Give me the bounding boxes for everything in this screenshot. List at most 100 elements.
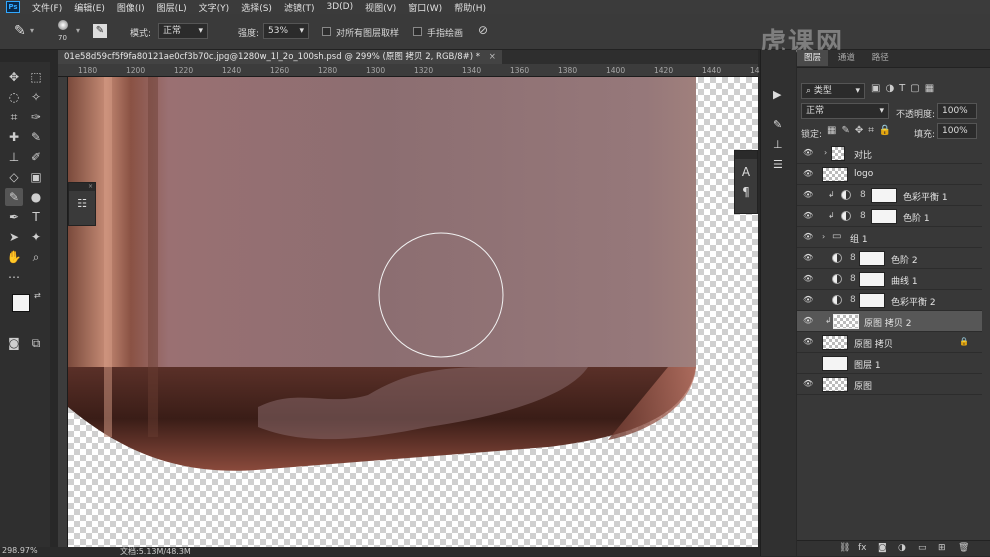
visibility-eye-icon[interactable]: 👁 xyxy=(803,275,813,283)
menu-window[interactable]: 窗口(W) xyxy=(402,1,448,14)
finger-paint-checkbox[interactable] xyxy=(413,27,422,36)
zoom-tool-icon[interactable]: ⌕ xyxy=(27,248,45,266)
opacity-input[interactable]: 100% xyxy=(937,103,977,119)
visibility-eye-icon[interactable]: 👁 xyxy=(803,233,813,241)
trash-icon[interactable]: 🗑 xyxy=(958,543,969,553)
eraser-icon[interactable]: ◇ xyxy=(5,168,23,186)
smudge-tool-icon[interactable]: ✎ xyxy=(5,188,23,206)
brush-panel-icon[interactable]: ✎ xyxy=(773,118,782,131)
menu-type[interactable]: 文字(Y) xyxy=(193,1,236,14)
adjustment-icon[interactable]: ◑ xyxy=(898,543,906,553)
visibility-eye-icon[interactable]: 👁 xyxy=(803,380,813,388)
screen-mode-icon[interactable]: ⧉ xyxy=(27,334,45,352)
menu-view[interactable]: 视图(V) xyxy=(359,1,402,14)
menu-filter[interactable]: 滤镜(T) xyxy=(278,1,321,14)
visibility-eye-icon[interactable]: 👁 xyxy=(803,170,813,178)
more-tools-icon[interactable]: ⋯ xyxy=(5,268,23,286)
menu-file[interactable]: 文件(F) xyxy=(26,1,68,14)
clone-stamp-icon[interactable]: ⊥ xyxy=(5,148,23,166)
menu-3d[interactable]: 3D(D) xyxy=(320,2,359,12)
swap-colors-icon[interactable]: ⇄ xyxy=(34,291,41,300)
smudge-tool-icon[interactable]: ✎ xyxy=(14,23,26,39)
link-icon[interactable]: 8 xyxy=(850,295,856,305)
character-panel-icon[interactable]: A xyxy=(735,165,757,179)
play-action-icon[interactable]: ▶ xyxy=(773,88,781,101)
link-icon[interactable]: 8 xyxy=(860,190,866,200)
mini-panel-close-icon[interactable]: × xyxy=(69,183,95,191)
layer-row[interactable]: 👁 图层 1 xyxy=(797,353,982,374)
gradient-tool-icon[interactable]: ▣ xyxy=(27,168,45,186)
visibility-eye-icon[interactable]: 👁 xyxy=(803,296,813,304)
magic-wand-icon[interactable]: ✧ xyxy=(27,88,45,106)
zoom-level[interactable]: 298.97% xyxy=(2,546,38,555)
layer-row[interactable]: 👁 logo xyxy=(797,164,982,185)
eyedropper-icon[interactable]: ✑ xyxy=(27,108,45,126)
layer-row[interactable]: 👁 原图 xyxy=(797,374,982,395)
tool-preset-chevron-icon[interactable]: ▾ xyxy=(30,26,34,35)
move-tool-icon[interactable]: ✥ xyxy=(5,68,23,86)
path-selection-icon[interactable]: ➤ xyxy=(5,228,23,246)
pen-tool-icon[interactable]: ✒ xyxy=(5,208,23,226)
layer-filter-icons[interactable]: ▣◑T▢▦ xyxy=(871,83,939,94)
layer-group-row[interactable]: 👁 › ▭ 组 1 xyxy=(797,227,982,248)
layer-row-selected[interactable]: 👁 ↲ 原图 拷贝 2 xyxy=(797,311,982,332)
clone-source-icon[interactable]: ⊥ xyxy=(773,138,783,151)
layer-row[interactable]: 👁 ↲ 8 色阶 1 xyxy=(797,206,982,227)
layer-row[interactable]: 👁 8 曲线 1 xyxy=(797,269,982,290)
brush-tool-icon[interactable]: ✎ xyxy=(27,128,45,146)
fill-input[interactable]: 100% xyxy=(937,123,977,139)
link-icon[interactable]: 8 xyxy=(850,274,856,284)
healing-brush-icon[interactable]: ✚ xyxy=(5,128,23,146)
mode-select[interactable]: 正常 ▾ xyxy=(158,23,208,39)
brush-settings-icon[interactable]: ✎ xyxy=(93,24,107,38)
tab-channels[interactable]: 通道 xyxy=(831,50,862,66)
link-icon[interactable]: ⛓ xyxy=(839,543,850,553)
layer-row[interactable]: 👁 › 对比 xyxy=(797,143,982,164)
custom-shape-icon[interactable]: ✦ xyxy=(27,228,45,246)
foreground-color-swatch[interactable] xyxy=(12,294,30,312)
pressure-icon[interactable]: ⊘ xyxy=(478,23,488,37)
chevron-right-icon[interactable]: › xyxy=(822,232,825,241)
document-canvas[interactable] xyxy=(68,77,758,547)
menu-help[interactable]: 帮助(H) xyxy=(448,1,492,14)
new-layer-icon[interactable]: ⊞ xyxy=(938,543,946,553)
visibility-eye-icon[interactable]: 👁 xyxy=(803,338,813,346)
marquee-tool-icon[interactable]: ⬚ xyxy=(27,68,45,86)
mask-icon[interactable]: ◙ xyxy=(878,543,887,553)
visibility-eye-icon[interactable]: 👁 xyxy=(803,191,813,199)
document-info[interactable]: 文档:5.13M/48.3M xyxy=(120,546,191,557)
layer-row[interactable]: 👁 8 色彩平衡 2 xyxy=(797,290,982,311)
layer-row[interactable]: 👁 ↲ 8 色彩平衡 1 xyxy=(797,185,982,206)
link-icon[interactable]: 8 xyxy=(850,253,856,263)
folder-icon[interactable]: ▭ xyxy=(918,543,927,553)
visibility-eye-icon[interactable]: 👁 xyxy=(803,212,813,220)
menu-select[interactable]: 选择(S) xyxy=(235,1,278,14)
menu-edit[interactable]: 编辑(E) xyxy=(68,1,111,14)
brush-chevron-icon[interactable]: ▾ xyxy=(76,26,80,35)
fx-icon[interactable]: fx xyxy=(858,543,867,553)
close-tab-icon[interactable]: × xyxy=(489,52,496,62)
visibility-eye-icon[interactable]: 👁 xyxy=(803,254,813,262)
layer-row[interactable]: 👁 8 色阶 2 xyxy=(797,248,982,269)
sample-all-checkbox[interactable] xyxy=(322,27,331,36)
menu-image[interactable]: 图像(I) xyxy=(111,1,151,14)
link-icon[interactable]: 8 xyxy=(860,211,866,221)
adjustments-panel-icon[interactable]: ☰ xyxy=(773,158,783,171)
quick-mask-icon[interactable]: ◙ xyxy=(5,334,23,352)
dodge-tool-icon[interactable]: ● xyxy=(27,188,45,206)
tab-layers[interactable]: 图层 xyxy=(797,50,829,66)
tab-paths[interactable]: 路径 xyxy=(865,50,896,66)
menu-layer[interactable]: 图层(L) xyxy=(151,1,193,14)
crop-tool-icon[interactable]: ⌗ xyxy=(5,108,23,126)
hand-tool-icon[interactable]: ✋ xyxy=(5,248,23,266)
strength-input[interactable]: 53% ▾ xyxy=(263,23,309,39)
layer-filter-select[interactable]: ⌕ 类型 ▾ xyxy=(801,83,865,99)
properties-icon[interactable]: ☷ xyxy=(69,197,95,210)
document-tab[interactable]: 01e58d59cf5f9fa80121ae0cf3b70c.jpg@1280w… xyxy=(58,50,502,64)
history-brush-icon[interactable]: ✐ xyxy=(27,148,45,166)
lasso-tool-icon[interactable]: ◌ xyxy=(5,88,23,106)
paragraph-panel-icon[interactable]: ¶ xyxy=(735,185,757,199)
layer-row[interactable]: 👁 原图 拷贝 🔒 xyxy=(797,332,982,353)
chevron-right-icon[interactable]: › xyxy=(824,148,827,157)
brush-preview-icon[interactable] xyxy=(58,20,68,30)
